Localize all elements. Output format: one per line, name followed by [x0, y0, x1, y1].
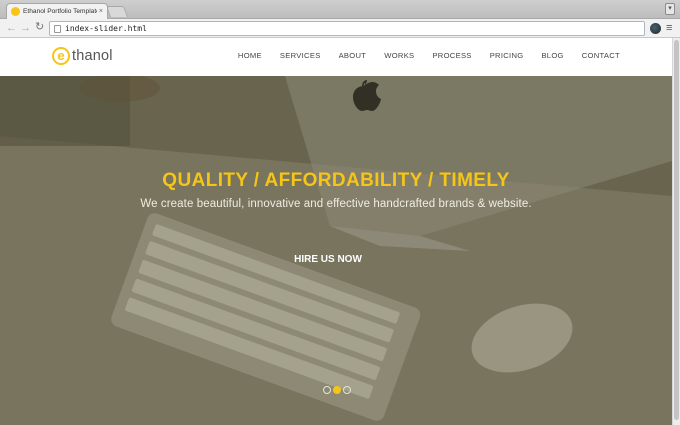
hero-slider: QUALITY / AFFORDABILITY / TIMELY We crea… [0, 76, 672, 425]
site-logo[interactable]: e thanol [52, 47, 113, 65]
hire-us-button[interactable]: HIRE US NOW [283, 250, 373, 270]
close-tab-icon[interactable]: × [99, 8, 103, 15]
hero-headline: QUALITY / AFFORDABILITY / TIMELY [162, 170, 510, 191]
slider-pagination [323, 386, 351, 394]
browser-tabstrip: Ethanol Portfolio Template × ▾ [0, 0, 680, 19]
nav-item-contact[interactable]: CONTACT [582, 51, 620, 60]
address-bar[interactable]: index-slider.html [49, 21, 645, 36]
url-text[interactable]: index-slider.html [65, 24, 147, 33]
logo-text: thanol [72, 48, 113, 64]
page-icon [54, 24, 61, 33]
tab-title: Ethanol Portfolio Template [23, 8, 97, 15]
reload-icon[interactable]: ↻ [35, 21, 44, 34]
nav-item-services[interactable]: SERVICES [280, 51, 321, 60]
site-header: e thanol HOME SERVICES ABOUT WORKS PROCE… [0, 38, 672, 76]
page-scrollbar[interactable] [672, 38, 680, 425]
nav-item-blog[interactable]: BLOG [541, 51, 563, 60]
extension-icon[interactable] [650, 23, 661, 34]
browser-toolbar: ← → ↻ index-slider.html ≡ [0, 19, 680, 38]
forward-icon[interactable]: → [20, 22, 31, 34]
window-menu-icon[interactable]: ▾ [665, 3, 675, 15]
nav-item-pricing[interactable]: PRICING [490, 51, 524, 60]
slider-dot-1[interactable] [323, 386, 331, 394]
hero-subheadline: We create beautiful, innovative and effe… [140, 198, 532, 210]
browser-menu-icon[interactable]: ≡ [666, 22, 672, 35]
nav-item-process[interactable]: PROCESS [432, 51, 471, 60]
back-icon[interactable]: ← [6, 22, 17, 34]
main-nav: HOME SERVICES ABOUT WORKS PROCESS PRICIN… [220, 51, 620, 60]
nav-item-home[interactable]: HOME [238, 51, 262, 60]
scrollbar-thumb[interactable] [674, 40, 679, 420]
browser-tab[interactable]: Ethanol Portfolio Template × [6, 3, 108, 19]
nav-item-works[interactable]: WORKS [384, 51, 414, 60]
slider-dot-2[interactable] [333, 386, 341, 394]
new-tab-button[interactable] [105, 6, 129, 17]
logo-e-icon: e [52, 47, 70, 65]
favicon-icon [11, 7, 20, 16]
slider-dot-3[interactable] [343, 386, 351, 394]
nav-item-about[interactable]: ABOUT [339, 51, 367, 60]
